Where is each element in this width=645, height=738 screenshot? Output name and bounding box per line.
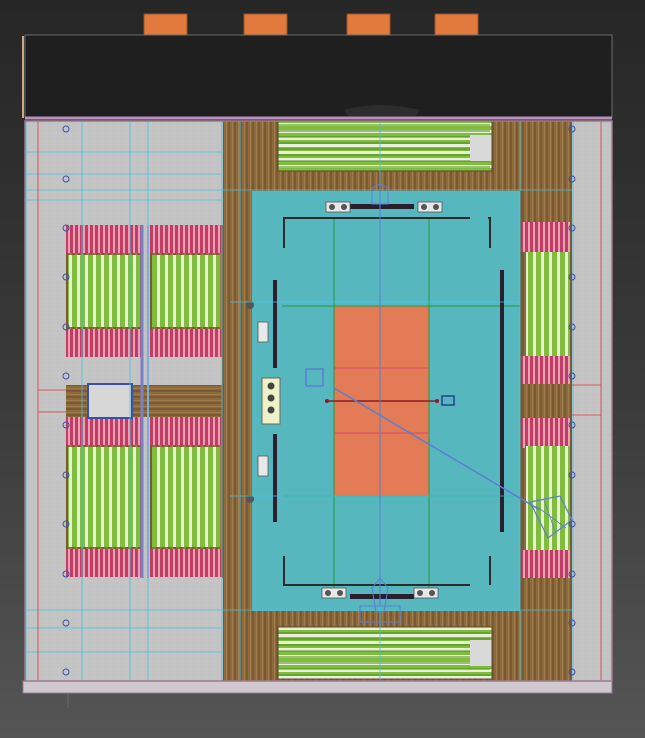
side-chair bbox=[267, 394, 275, 402]
left-stand-green-seats bbox=[68, 447, 140, 547]
left-mid-box bbox=[87, 383, 133, 419]
left-stand-green-seats bbox=[152, 255, 220, 327]
side-chair bbox=[267, 382, 275, 390]
left-stand-red-seats bbox=[150, 225, 222, 253]
bottom-edge-slab bbox=[22, 680, 613, 694]
left-stand-red-seats bbox=[66, 417, 142, 445]
scorer-table-bottom bbox=[350, 594, 414, 599]
judge-chair bbox=[341, 204, 347, 210]
right-stand-red-seats bbox=[520, 222, 570, 252]
judge-chair bbox=[421, 204, 427, 210]
top-roof-block bbox=[243, 13, 288, 36]
team-bench-left bbox=[273, 434, 277, 522]
left-stand-red-seats bbox=[150, 549, 222, 577]
left-bottom-concrete bbox=[25, 578, 223, 680]
judge-chair bbox=[329, 204, 335, 210]
coach-seat bbox=[257, 455, 269, 477]
left-stand-green-seats bbox=[152, 447, 220, 547]
net-post bbox=[435, 399, 439, 403]
judge-chair bbox=[337, 590, 343, 596]
top-roof-block bbox=[143, 13, 188, 36]
left-court-strip bbox=[230, 191, 252, 611]
top-stair-landing bbox=[470, 135, 492, 161]
left-stand-red-seats bbox=[66, 329, 142, 357]
top-roof-block bbox=[346, 13, 391, 36]
left-stand-red-seats bbox=[66, 549, 142, 577]
top-bleachers bbox=[278, 121, 492, 171]
judge-chair bbox=[325, 590, 331, 596]
team-bench-left bbox=[273, 280, 277, 368]
net-post bbox=[325, 399, 329, 403]
top-roof-block bbox=[434, 13, 479, 36]
left-stand-red-seats bbox=[150, 417, 222, 445]
left-stand-red-seats bbox=[66, 225, 142, 253]
left-stand-red-seats bbox=[150, 329, 222, 357]
judge-chair bbox=[433, 204, 439, 210]
scorer-table-top bbox=[350, 204, 414, 209]
judge-chair bbox=[429, 590, 435, 596]
left-top-concrete bbox=[25, 121, 223, 225]
side-chair bbox=[267, 406, 275, 414]
arena-floor-plan bbox=[22, 13, 613, 708]
roof-section bbox=[24, 34, 613, 118]
judge-chair bbox=[417, 590, 423, 596]
team-bench-right bbox=[500, 270, 504, 532]
bottom-stair-landing bbox=[470, 640, 492, 666]
left-stand-green-seats bbox=[68, 255, 140, 327]
viewport-canvas[interactable] bbox=[0, 0, 645, 738]
right-stand-red-seats bbox=[520, 550, 570, 578]
right-stand-red-seats bbox=[520, 356, 570, 384]
coach-seat bbox=[257, 321, 269, 343]
right-stand-red-seats bbox=[520, 418, 570, 448]
right-concrete-aisle bbox=[572, 121, 602, 680]
right-stand-green-seats bbox=[526, 252, 570, 356]
bottom-bleachers bbox=[278, 627, 492, 679]
